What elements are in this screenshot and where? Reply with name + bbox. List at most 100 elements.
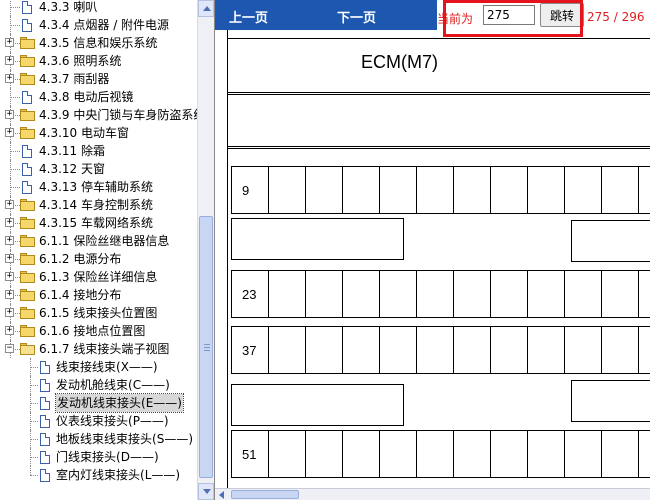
pin-cell xyxy=(564,270,602,318)
next-page-link[interactable]: 下一页 xyxy=(337,7,376,26)
tree-vertical-scrollbar[interactable] xyxy=(197,0,214,500)
document-icon xyxy=(40,433,50,446)
document-icon xyxy=(22,163,32,176)
tree-item-label: 4.3.10 电动车窗 xyxy=(39,126,130,140)
scroll-up-button[interactable] xyxy=(198,0,214,17)
expand-icon[interactable]: + xyxy=(5,128,14,137)
pin-cell xyxy=(490,430,528,478)
connector-diagram: ECM(M7) 9 23 37 51 xyxy=(227,30,650,488)
tree-child-label: 门线束接头(D——) xyxy=(56,450,159,464)
pin-cell xyxy=(527,430,565,478)
pin-cell xyxy=(601,270,639,318)
tree-item-label: 6.1.2 电源分布 xyxy=(39,252,122,266)
collapse-icon[interactable]: − xyxy=(5,344,14,353)
expand-icon[interactable]: + xyxy=(5,110,14,119)
folder-icon xyxy=(20,253,35,265)
pin-cell xyxy=(416,326,454,374)
document-icon xyxy=(22,19,32,32)
folder-icon xyxy=(20,127,35,139)
tree-item-label: 4.3.6 照明系统 xyxy=(39,54,122,68)
connector-latch-box xyxy=(571,220,650,262)
pin-cell xyxy=(453,430,491,478)
document-icon xyxy=(40,415,50,428)
arrow-down-icon xyxy=(203,489,211,494)
pin-cell xyxy=(342,270,380,318)
prev-page-link[interactable]: 上一页 xyxy=(229,7,268,26)
pin-cell xyxy=(305,430,343,478)
folder-icon xyxy=(20,217,35,229)
expand-icon[interactable]: + xyxy=(5,254,14,263)
expand-icon[interactable]: + xyxy=(5,218,14,227)
viewer-horizontal-scrollbar[interactable] xyxy=(215,488,650,500)
pin-cell xyxy=(268,430,306,478)
tree-item-label: 4.3.9 中央门锁与车身防盗系统 xyxy=(39,108,197,122)
document-viewer: 上一页 下一页 当前为 跳转 275 / 296 ECM(M7) 9 23 37 51 xyxy=(214,0,650,500)
pin-cell xyxy=(527,270,565,318)
arrow-left-icon[interactable] xyxy=(219,491,224,499)
diagram-rule xyxy=(227,92,650,93)
tree-item-label: 4.3.8 电动后视镜 xyxy=(39,90,134,104)
tree-item-label: 6.1.1 保险丝继电器信息 xyxy=(39,234,170,248)
pin-cell xyxy=(268,166,306,214)
tree-item-label: 4.3.5 信息和娱乐系统 xyxy=(39,36,158,50)
pin-cell xyxy=(490,166,528,214)
document-icon xyxy=(22,181,32,194)
pin-cell xyxy=(638,270,650,318)
pin-cell xyxy=(564,430,602,478)
pin-number: 51 xyxy=(231,430,269,478)
expand-icon[interactable]: + xyxy=(5,38,14,47)
pin-number: 9 xyxy=(231,166,269,214)
tree-item-label: 6.1.3 保险丝详细信息 xyxy=(39,270,158,284)
tree-item-label: 4.3.14 车身控制系统 xyxy=(39,198,154,212)
diagram-rule xyxy=(227,146,650,147)
tree-item-label: 4.3.15 车载网络系统 xyxy=(39,216,154,230)
expand-icon[interactable]: + xyxy=(5,290,14,299)
pin-cell xyxy=(527,326,565,374)
hscroll-thumb[interactable] xyxy=(231,490,299,499)
folder-icon xyxy=(20,307,35,319)
folder-icon xyxy=(20,55,35,67)
folder-icon xyxy=(20,199,35,211)
tree-item-label: 6.1.5 线束接头位置图 xyxy=(39,306,158,320)
pin-cell xyxy=(527,166,565,214)
tree-item-label: 4.3.11 除霜 xyxy=(39,144,106,158)
tree-child-label: 发动机舱线束(C——) xyxy=(56,378,170,392)
folder-icon xyxy=(20,109,35,121)
expand-icon[interactable]: + xyxy=(5,74,14,83)
pin-cell xyxy=(379,326,417,374)
pin-cell xyxy=(416,430,454,478)
tree-child-label: 仪表线束接头(P——) xyxy=(56,414,169,428)
expand-icon[interactable]: + xyxy=(5,200,14,209)
connector-title: ECM(M7) xyxy=(361,52,438,72)
tree-item-label: 6.1.6 接地点位置图 xyxy=(39,324,146,338)
pin-cell xyxy=(379,430,417,478)
pin-cell xyxy=(453,270,491,318)
connector-latch-box xyxy=(231,218,404,260)
pin-cell xyxy=(342,166,380,214)
expand-icon[interactable]: + xyxy=(5,272,14,281)
pin-cell xyxy=(564,166,602,214)
pin-cell xyxy=(342,430,380,478)
pin-cell xyxy=(564,326,602,374)
pin-number: 23 xyxy=(231,270,269,318)
document-icon xyxy=(40,397,50,410)
pin-cell xyxy=(453,326,491,374)
tree-item-label: 4.3.7 雨刮器 xyxy=(39,72,110,86)
pin-cell xyxy=(601,166,639,214)
expand-icon[interactable]: + xyxy=(5,308,14,317)
tree-pane[interactable]: 4.3.3 喇叭 4.3.4 点烟器 / 附件电源 +4.3.5 信息和娱乐系统 +4… xyxy=(0,0,197,500)
scroll-thumb[interactable] xyxy=(199,216,213,478)
arrow-up-icon xyxy=(203,6,211,11)
pin-cell xyxy=(305,270,343,318)
expand-icon[interactable]: + xyxy=(5,236,14,245)
expand-icon[interactable]: + xyxy=(5,326,14,335)
pin-cell xyxy=(305,326,343,374)
pin-cell xyxy=(601,430,639,478)
document-icon xyxy=(22,145,32,158)
diagram-rule xyxy=(227,94,650,95)
pin-cell xyxy=(490,326,528,374)
pin-cell xyxy=(379,166,417,214)
expand-icon[interactable]: + xyxy=(5,56,14,65)
document-icon xyxy=(40,361,50,374)
scroll-down-button[interactable] xyxy=(198,483,214,500)
